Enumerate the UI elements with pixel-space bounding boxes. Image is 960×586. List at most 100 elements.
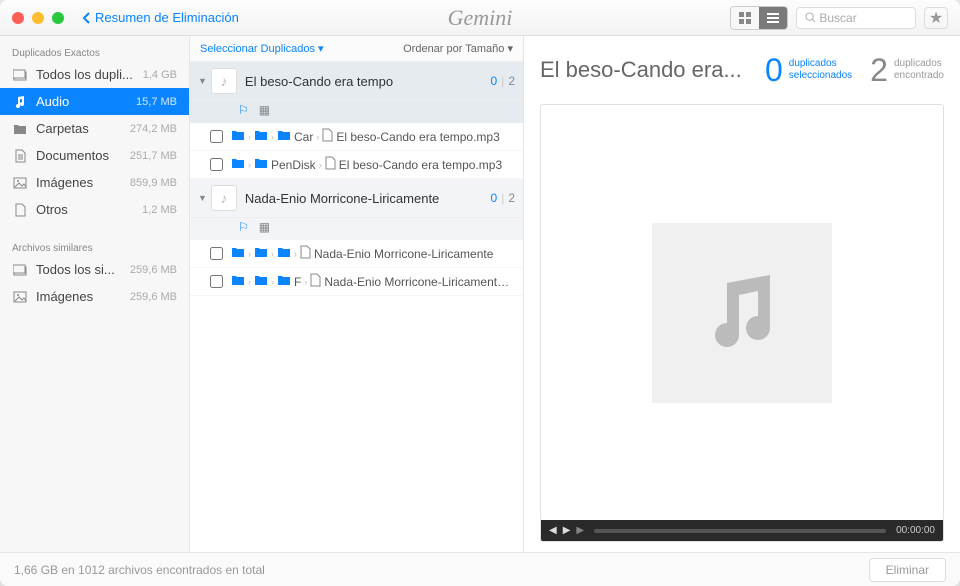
folder-icon — [254, 129, 268, 144]
select-duplicates-menu[interactable]: Seleccionar Duplicados ▾ — [200, 42, 324, 55]
stack-icon — [12, 69, 28, 81]
stack-icon — [12, 264, 28, 276]
group-action-icons: ⚐▦ — [190, 101, 523, 123]
play-button[interactable]: ▶ — [563, 525, 571, 536]
selected-count-stat: 0 duplicadosseleccionados — [765, 52, 852, 89]
file-path-breadcrumb: ››Car›El beso-Cando era tempo.mp3 — [231, 128, 500, 145]
grid-view-button[interactable] — [731, 7, 759, 29]
file-checkbox[interactable] — [210, 247, 223, 260]
disclosure-triangle-icon[interactable]: ▼ — [198, 193, 207, 203]
group-row[interactable]: ▼♪El beso-Cando era tempo0|2 — [190, 62, 523, 101]
detail-title: El beso-Cando era... — [540, 57, 747, 83]
sidebar-item-image[interactable]: Imágenes259,6 MB — [0, 283, 189, 310]
back-button[interactable]: Resumen de Eliminación — [82, 10, 239, 25]
file-checkbox[interactable] — [210, 130, 223, 143]
group-title: Nada-Enio Morricone-Liricamente — [245, 191, 491, 206]
file-checkbox[interactable] — [210, 158, 223, 171]
chevron-right-icon: › — [304, 277, 307, 287]
chevron-right-icon: › — [248, 249, 251, 259]
folder-icon — [231, 129, 245, 144]
chevron-right-icon: › — [271, 132, 274, 142]
file-checkbox[interactable] — [210, 275, 223, 288]
file-icon — [322, 128, 333, 145]
folder-icon — [254, 246, 268, 261]
audio-player[interactable]: ◀ ▶ ▶ 00:00:00 — [540, 520, 944, 542]
folder-icon — [254, 274, 268, 289]
file-row[interactable]: ››F›Nada-Enio Morricone-Liricamente.mp3 — [190, 268, 523, 296]
preview-area — [540, 104, 944, 521]
sort-menu[interactable]: Ordenar por Tamaño ▾ — [403, 42, 513, 55]
grid-tiny-icon[interactable]: ▦ — [259, 103, 270, 117]
folder-icon — [231, 274, 245, 289]
doc-icon — [12, 149, 28, 163]
folder-icon — [12, 123, 28, 135]
file-path-breadcrumb: ›PenDisk›El beso-Cando era tempo.mp3 — [231, 156, 502, 173]
status-bar: 1,66 GB en 1012 archivos encontrados en … — [0, 552, 960, 586]
file-row[interactable]: ›PenDisk›El beso-Cando era tempo.mp3 — [190, 151, 523, 179]
chevron-right-icon: › — [248, 160, 251, 170]
file-row[interactable]: ››Car›El beso-Cando era tempo.mp3 — [190, 123, 523, 151]
favorites-button[interactable]: ★ — [924, 7, 948, 29]
window-controls — [12, 12, 64, 24]
sidebar-section-exact: Duplicados Exactos — [0, 42, 189, 61]
minimize-window-button[interactable] — [32, 12, 44, 24]
music-placeholder-icon — [652, 223, 832, 403]
sidebar-item-stack[interactable]: Todos los si...259,6 MB — [0, 256, 189, 283]
search-input[interactable]: Buscar — [796, 7, 916, 29]
content-area: Duplicados Exactos Todos los dupli...1,4… — [0, 36, 960, 552]
sidebar-item-page[interactable]: Otros1,2 MB — [0, 196, 189, 223]
selected-count-number: 0 — [765, 52, 783, 89]
music-icon — [12, 95, 28, 109]
sidebar-item-image[interactable]: Imágenes859,9 MB — [0, 169, 189, 196]
next-track-button[interactable]: ▶ — [576, 525, 584, 536]
tag-icon[interactable]: ⚐ — [238, 220, 249, 234]
group-count: 0|2 — [491, 191, 516, 205]
sidebar-item-label: Audio — [36, 94, 136, 109]
file-name: Nada-Enio Morricone-Liricamente — [314, 247, 493, 261]
seek-bar[interactable] — [594, 529, 886, 533]
chevron-left-icon — [82, 12, 91, 24]
close-window-button[interactable] — [12, 12, 24, 24]
chevron-right-icon: › — [271, 277, 274, 287]
player-time: 00:00:00 — [896, 525, 935, 536]
sidebar-section-similar: Archivos similares — [0, 237, 189, 256]
disclosure-triangle-icon[interactable]: ▼ — [198, 76, 207, 86]
group-thumbnail: ♪ — [211, 68, 237, 94]
detail-panel: El beso-Cando era... 0 duplicadosselecci… — [524, 36, 960, 552]
tag-icon[interactable]: ⚐ — [238, 103, 249, 117]
sidebar-item-size: 1,2 MB — [142, 204, 177, 216]
sidebar-item-folder[interactable]: Carpetas274,2 MB — [0, 115, 189, 142]
found-count-number: 2 — [870, 52, 888, 89]
chevron-right-icon: › — [294, 249, 297, 259]
folder-icon — [231, 246, 245, 261]
sidebar-item-stack[interactable]: Todos los dupli...1,4 GB — [0, 61, 189, 88]
search-placeholder: Buscar — [819, 11, 856, 25]
status-text: 1,66 GB en 1012 archivos encontrados en … — [14, 563, 265, 577]
prev-track-button[interactable]: ◀ — [549, 525, 557, 536]
duplicate-list-panel: Seleccionar Duplicados ▾ Ordenar por Tam… — [190, 36, 524, 552]
sidebar-item-label: Todos los dupli... — [36, 67, 143, 82]
titlebar: Resumen de Eliminación Gemini Buscar ★ — [0, 0, 960, 36]
sidebar-item-size: 259,6 MB — [130, 264, 177, 276]
grid-tiny-icon[interactable]: ▦ — [259, 220, 270, 234]
sidebar-item-size: 274,2 MB — [130, 123, 177, 135]
sidebar-item-music[interactable]: Audio15,7 MB — [0, 88, 189, 115]
maximize-window-button[interactable] — [52, 12, 64, 24]
group-row[interactable]: ▼♪Nada-Enio Morricone-Liricamente0|2 — [190, 179, 523, 218]
chevron-right-icon: › — [316, 132, 319, 142]
list-view-button[interactable] — [759, 7, 787, 29]
chevron-right-icon: › — [319, 160, 322, 170]
file-name: Nada-Enio Morricone-Liricamente.mp3 — [324, 275, 515, 289]
view-toggle — [730, 6, 788, 30]
page-icon — [12, 203, 28, 217]
chevron-right-icon: › — [248, 277, 251, 287]
remove-button[interactable]: Eliminar — [869, 558, 946, 582]
app-title: Gemini — [448, 5, 513, 31]
file-row[interactable]: ›››Nada-Enio Morricone-Liricamente — [190, 240, 523, 268]
sidebar-item-label: Otros — [36, 202, 142, 217]
sidebar-item-doc[interactable]: Documentos251,7 MB — [0, 142, 189, 169]
file-name: El beso-Cando era tempo.mp3 — [336, 130, 499, 144]
chevron-right-icon: › — [248, 132, 251, 142]
file-path-breadcrumb: ›››Nada-Enio Morricone-Liricamente — [231, 245, 493, 262]
folder-icon — [277, 246, 291, 261]
